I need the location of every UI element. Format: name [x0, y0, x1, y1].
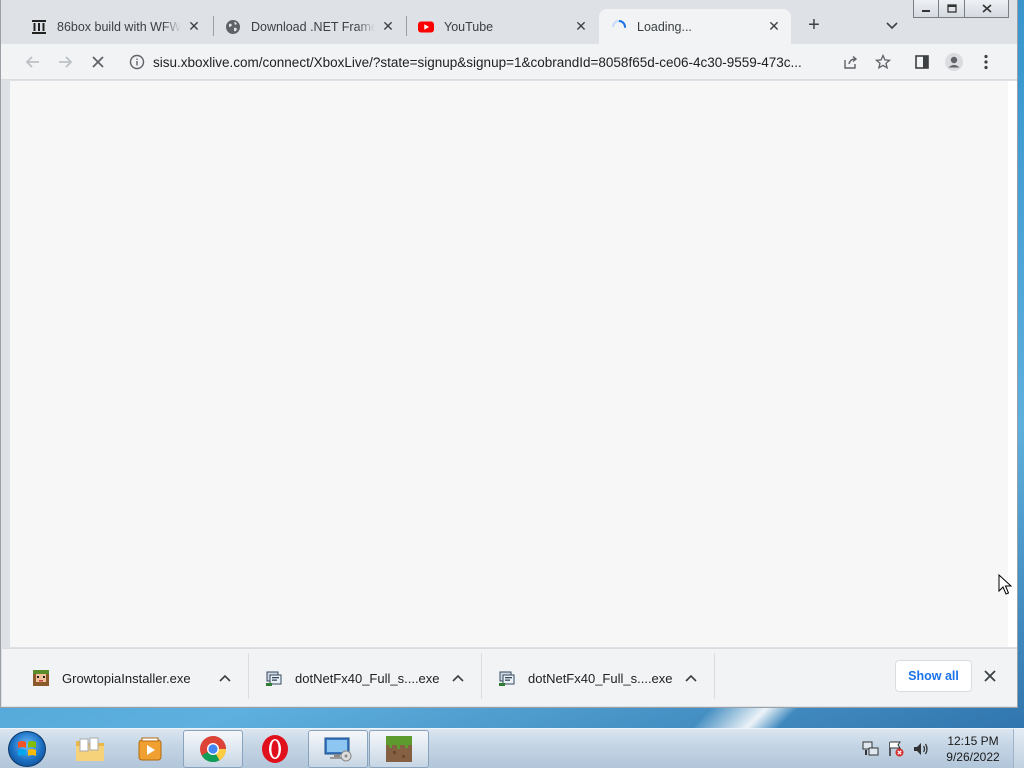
- profile-avatar-icon[interactable]: [942, 50, 966, 74]
- tab-search-chevron-icon[interactable]: [883, 16, 901, 36]
- taskbar-clock[interactable]: 12:15 PM 9/26/2022: [938, 733, 1008, 765]
- tab-title: Download .NET Framework 4: [251, 19, 375, 34]
- mouse-cursor-icon: [998, 573, 1013, 599]
- show-all-downloads-button[interactable]: Show all: [895, 660, 972, 692]
- tab-title: YouTube: [444, 19, 494, 34]
- download-separator: [481, 653, 482, 699]
- youtube-icon: [418, 19, 434, 35]
- browser-toolbar: sisu.xboxlive.com/connect/XboxLive/?stat…: [1, 44, 1017, 80]
- tab-dotnet[interactable]: Download .NET Framework 4 ✕: [213, 9, 405, 44]
- download-shelf: GrowtopiaInstaller.exe dotNetFx40_Full_s…: [2, 648, 1017, 706]
- forward-arrow-icon[interactable]: [53, 50, 77, 74]
- taskbar-opera[interactable]: [245, 730, 305, 768]
- close-shelf-icon[interactable]: [981, 667, 999, 685]
- download-item[interactable]: dotNetFx40_Full_s....exe: [265, 659, 479, 697]
- clock-time: 12:15 PM: [947, 734, 999, 748]
- window-controls: [913, 0, 1009, 18]
- system-tray: [860, 729, 935, 768]
- start-button[interactable]: [8, 731, 46, 767]
- chevron-up-icon[interactable]: [682, 669, 700, 687]
- action-center-warning-icon[interactable]: [885, 738, 907, 760]
- taskbar-media-player[interactable]: [120, 730, 180, 768]
- taskbar-explorer[interactable]: [60, 730, 120, 768]
- minimize-button[interactable]: [913, 0, 939, 18]
- chevron-up-icon[interactable]: [449, 669, 467, 687]
- network-icon[interactable]: [860, 738, 882, 760]
- browser-window: 86box build with WFW 3.11 ✕ Download .NE…: [0, 0, 1018, 708]
- back-arrow-icon[interactable]: [21, 50, 45, 74]
- site-info-icon[interactable]: [121, 54, 153, 70]
- side-panel-icon[interactable]: [910, 50, 934, 74]
- chrome-icon: [200, 736, 227, 763]
- download-separator: [248, 653, 249, 699]
- tab-title: Loading...: [637, 19, 692, 34]
- chevron-up-icon[interactable]: [216, 669, 234, 687]
- address-bar[interactable]: sisu.xboxlive.com/connect/XboxLive/?stat…: [121, 48, 899, 76]
- installer-icon: [265, 669, 283, 687]
- tab-youtube[interactable]: YouTube ✕: [406, 9, 598, 44]
- tab-86box[interactable]: 86box build with WFW 3.11 ✕: [19, 9, 211, 44]
- download-item[interactable]: dotNetFx40_Full_s....exe: [498, 659, 712, 697]
- museum-icon: [31, 19, 47, 35]
- remote-desktop-icon: [324, 737, 352, 762]
- download-filename: dotNetFx40_Full_s....exe: [295, 670, 440, 686]
- tab-title: 86box build with WFW 3.11: [57, 19, 181, 34]
- opera-icon: [262, 735, 288, 763]
- growtopia-icon: [32, 669, 50, 687]
- globe-icon: [225, 19, 241, 35]
- minecraft-grass-block-icon: [386, 736, 412, 762]
- bookmark-star-icon[interactable]: [867, 54, 899, 70]
- kebab-menu-icon[interactable]: [974, 50, 998, 74]
- new-tab-button[interactable]: +: [804, 15, 824, 36]
- volume-icon[interactable]: [910, 738, 932, 760]
- close-tab-icon[interactable]: ✕: [765, 18, 783, 36]
- installer-icon: [498, 669, 516, 687]
- download-item[interactable]: GrowtopiaInstaller.exe: [32, 659, 246, 697]
- close-tab-icon[interactable]: ✕: [185, 18, 203, 36]
- download-separator: [714, 653, 715, 699]
- page-content-area[interactable]: [10, 81, 1008, 647]
- taskbar-remote-desktop[interactable]: [308, 730, 368, 768]
- restore-button[interactable]: [939, 0, 965, 18]
- loading-spinner-icon: [611, 19, 627, 35]
- media-player-icon: [138, 737, 162, 761]
- show-desktop-button[interactable]: [1013, 729, 1024, 768]
- windows-taskbar: 12:15 PM 9/26/2022: [0, 728, 1024, 768]
- taskbar-chrome[interactable]: [183, 730, 243, 768]
- tab-strip: 86box build with WFW 3.11 ✕ Download .NE…: [1, 0, 1017, 44]
- clock-date: 9/26/2022: [946, 750, 1000, 764]
- download-filename: dotNetFx40_Full_s....exe: [528, 670, 673, 686]
- close-tab-icon[interactable]: ✕: [572, 18, 590, 36]
- viewport-edge: [1008, 81, 1017, 647]
- close-window-button[interactable]: [965, 0, 1009, 18]
- url-text: sisu.xboxlive.com/connect/XboxLive/?stat…: [153, 54, 802, 70]
- close-tab-icon[interactable]: ✕: [379, 18, 397, 36]
- tab-loading-active[interactable]: Loading... ✕: [599, 9, 791, 44]
- download-filename: GrowtopiaInstaller.exe: [62, 670, 191, 686]
- folder-icon: [76, 737, 104, 761]
- stop-loading-icon[interactable]: [86, 50, 110, 74]
- share-icon[interactable]: [835, 54, 867, 70]
- taskbar-minecraft[interactable]: [369, 730, 429, 768]
- windows-logo-icon: [18, 741, 36, 756]
